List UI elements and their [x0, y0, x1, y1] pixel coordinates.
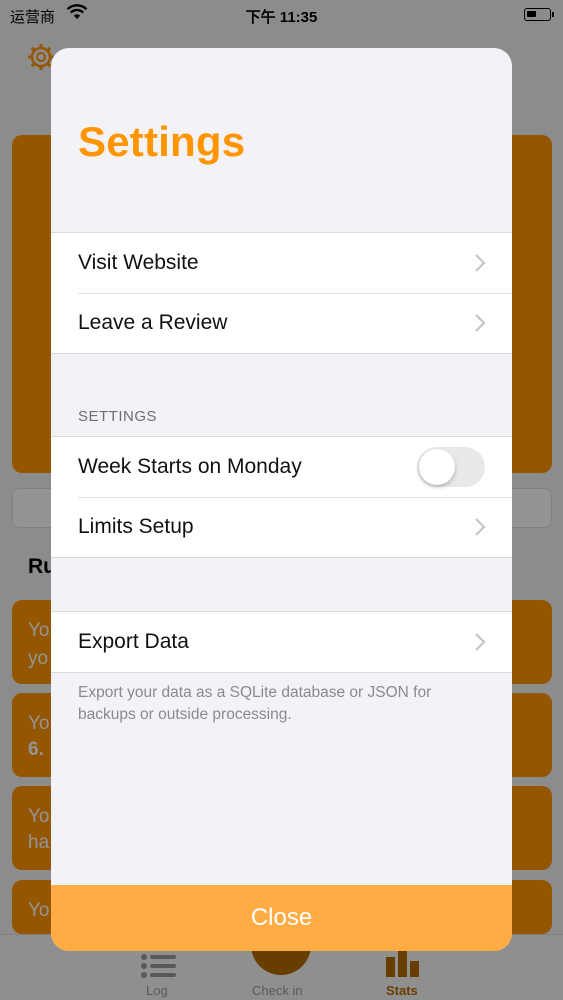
page-title: Settings: [78, 118, 246, 165]
close-button[interactable]: Close: [51, 885, 512, 951]
links-group: Visit Website Leave a Review: [51, 232, 512, 354]
row-label: Week Starts on Monday: [78, 455, 302, 478]
settings-group: Week Starts on Monday Limits Setup: [51, 436, 512, 558]
export-group: Export Data: [51, 611, 512, 673]
export-footer-note: Export your data as a SQLite database or…: [78, 684, 432, 723]
visit-website-row[interactable]: Visit Website: [51, 233, 512, 293]
week-starts-monday-toggle[interactable]: [417, 447, 485, 487]
row-label: Limits Setup: [78, 515, 194, 538]
chevron-right-icon: [475, 254, 486, 272]
week-starts-monday-row: Week Starts on Monday: [51, 437, 512, 497]
leave-review-row[interactable]: Leave a Review: [51, 293, 512, 353]
export-data-row[interactable]: Export Data: [51, 612, 512, 672]
settings-sheet: Settings Visit Website Leave a Review SE…: [51, 48, 512, 951]
row-label: Leave a Review: [78, 311, 228, 334]
settings-section-header: SETTINGS: [78, 408, 158, 425]
toggle-knob: [419, 449, 455, 485]
close-button-label: Close: [250, 904, 313, 931]
row-label: Export Data: [78, 630, 189, 653]
chevron-right-icon: [475, 518, 486, 536]
chevron-right-icon: [475, 633, 486, 651]
row-label: Visit Website: [78, 251, 199, 274]
limits-setup-row[interactable]: Limits Setup: [51, 497, 512, 557]
chevron-right-icon: [475, 314, 486, 332]
